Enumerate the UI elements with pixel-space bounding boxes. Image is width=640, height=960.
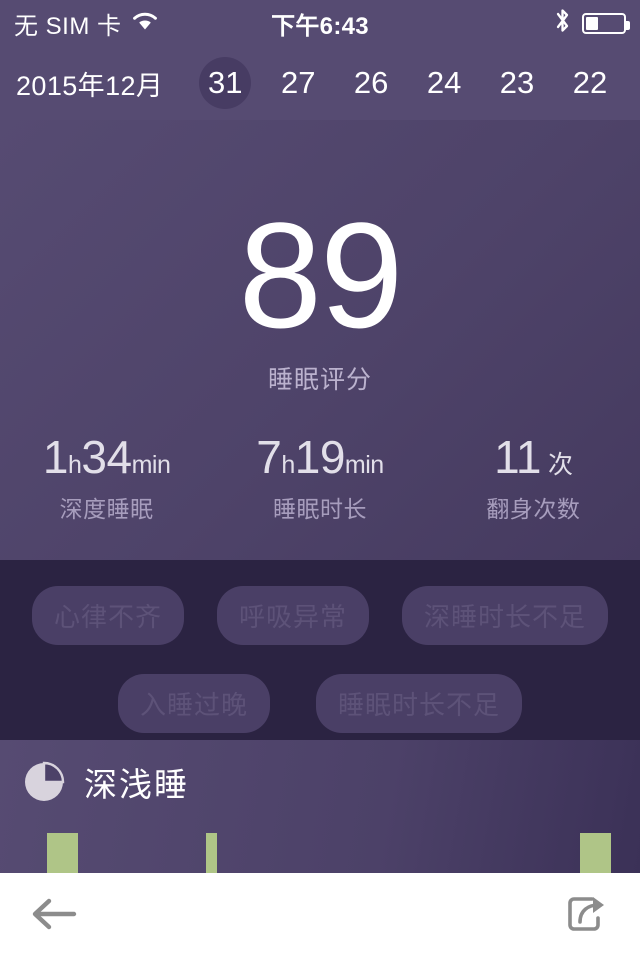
sleep-report-screen: 无 SIM 卡 下午6:43 2015年12月 31 27 26 24 23 2… bbox=[0, 0, 640, 960]
section-header: 深浅睡 bbox=[22, 758, 189, 806]
share-button[interactable] bbox=[558, 889, 614, 945]
day-chip-31[interactable]: 31 bbox=[199, 57, 252, 109]
sleep-stage-bars bbox=[0, 833, 640, 873]
date-selector-bar: 2015年12月 31 27 26 24 23 22 bbox=[0, 46, 640, 120]
metric-label: 睡眠时长 bbox=[272, 496, 367, 522]
sleep-score-panel: 89 睡眠评分 1h34min 深度睡眠 7h19min 睡眠时长 11 次翻身次数 bbox=[0, 120, 640, 560]
sleep-score-label: 睡眠评分 bbox=[267, 366, 372, 394]
metric-unit-primary: h bbox=[281, 451, 295, 479]
sleep-stage-bar bbox=[580, 833, 611, 873]
metric-item: 1h34min 深度睡眠 bbox=[0, 430, 213, 524]
issue-tag[interactable]: 入睡过晚 bbox=[118, 674, 271, 733]
day-chip-26[interactable]: 26 bbox=[345, 57, 397, 109]
deep-light-sleep-section[interactable]: 深浅睡 bbox=[0, 740, 640, 873]
section-title: 深浅睡 bbox=[84, 766, 189, 803]
pie-chart-icon bbox=[22, 760, 66, 804]
clock-label: 下午6:43 bbox=[271, 12, 369, 40]
metric-unit-secondary: min bbox=[344, 451, 384, 479]
status-bar: 无 SIM 卡 下午6:43 bbox=[0, 0, 640, 46]
metric-label: 翻身次数 bbox=[486, 496, 581, 522]
day-chip-22[interactable]: 22 bbox=[564, 57, 616, 109]
metric-number-primary: 7 bbox=[256, 431, 282, 483]
metric-label: 深度睡眠 bbox=[59, 496, 154, 522]
battery-icon bbox=[582, 12, 630, 34]
metric-value: 11 次 bbox=[427, 430, 640, 484]
issue-tag[interactable]: 呼吸异常 bbox=[216, 586, 369, 645]
metric-number-secondary: 19 bbox=[294, 431, 346, 483]
sleep-metrics-row: 1h34min 深度睡眠 7h19min 睡眠时长 11 次翻身次数 bbox=[0, 430, 640, 524]
metric-number-primary: 1 bbox=[42, 431, 69, 483]
metric-number-secondary: 34 bbox=[81, 431, 132, 483]
day-chip-24[interactable]: 24 bbox=[418, 57, 470, 109]
day-chip-27[interactable]: 27 bbox=[272, 57, 324, 109]
metric-unit-primary: h bbox=[68, 451, 82, 479]
metric-number-primary: 11 bbox=[494, 431, 541, 483]
month-label: 2015年12月 bbox=[16, 70, 164, 101]
tag-row-1: 心律不齐 呼吸异常 深睡时长不足 bbox=[0, 586, 640, 645]
bottom-toolbar bbox=[0, 873, 640, 960]
back-button[interactable] bbox=[26, 889, 82, 945]
metric-value: 1h34min bbox=[0, 430, 213, 484]
metric-item: 11 次翻身次数 bbox=[427, 430, 640, 524]
sleep-stage-bar bbox=[47, 833, 78, 873]
bluetooth-icon bbox=[554, 7, 571, 39]
back-arrow-icon bbox=[31, 896, 77, 937]
metric-unit-secondary: min bbox=[131, 451, 171, 479]
issue-tag[interactable]: 深睡时长不足 bbox=[401, 586, 608, 645]
issue-tag[interactable]: 心律不齐 bbox=[32, 586, 185, 645]
issue-tag[interactable]: 睡眠时长不足 bbox=[315, 674, 522, 733]
sleep-score-value: 89 bbox=[238, 191, 404, 359]
metric-unit-secondary: 次 bbox=[547, 451, 573, 479]
day-chip-23[interactable]: 23 bbox=[491, 57, 543, 109]
status-bar-left: 无 SIM 卡 bbox=[14, 6, 159, 41]
day-list: 31 27 26 24 23 22 bbox=[199, 57, 624, 109]
share-icon bbox=[564, 892, 608, 941]
sleep-issue-tags-panel: 心律不齐 呼吸异常 深睡时长不足 入睡过晚 睡眠时长不足 bbox=[0, 560, 640, 740]
wifi-icon bbox=[131, 10, 159, 36]
tag-row-2: 入睡过晚 睡眠时长不足 bbox=[0, 674, 640, 733]
metric-value: 7h19min bbox=[213, 430, 426, 484]
status-bar-right bbox=[554, 7, 630, 39]
metric-item: 7h19min 睡眠时长 bbox=[213, 430, 426, 524]
carrier-label: 无 SIM 卡 bbox=[14, 12, 122, 40]
sleep-stage-bar bbox=[206, 833, 217, 873]
